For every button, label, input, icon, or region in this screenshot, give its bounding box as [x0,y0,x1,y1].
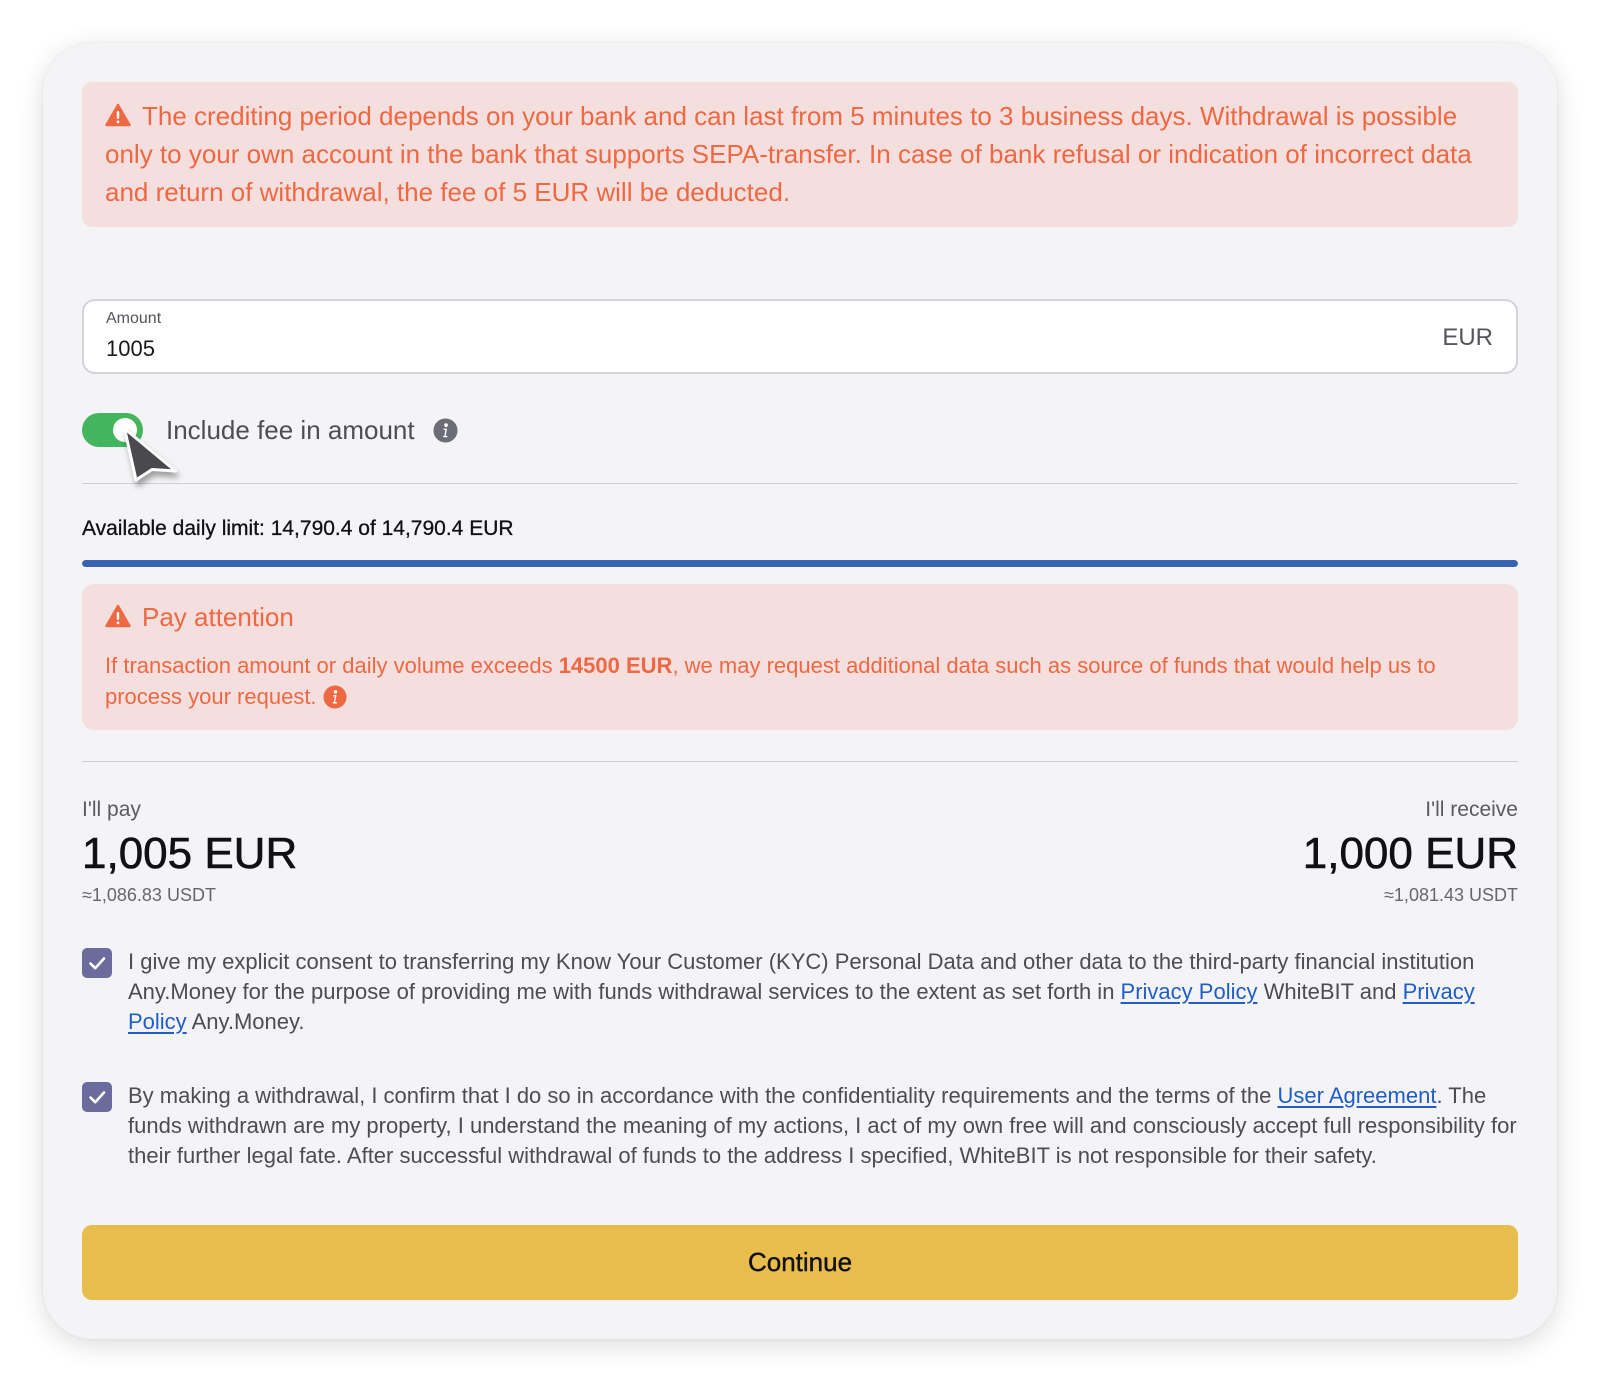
withdrawal-confirmation-text: By making a withdrawal, I confirm that I… [128,1081,1518,1171]
warning-icon [105,103,131,127]
mouse-pointer-graphic [123,427,177,482]
kyc-consent-text-part: WhiteBIT and [1257,979,1403,1004]
pay-approx-usdt: ≈1,086.83 USDT [82,885,216,905]
crediting-period-notice: The crediting period depends on your ban… [82,82,1518,227]
amount-input[interactable] [106,336,1206,362]
warning-icon-graphic [105,103,131,127]
pay-attention-title: Pay attention [105,599,1494,635]
payment-summary: I'll pay 1,005 EUR ≈1,086.83 USDT I'll r… [82,797,1519,907]
pay-amount: 1,005 EUR [82,829,298,879]
notice-text: The crediting period depends on your ban… [105,101,1472,207]
pay-label: I'll pay [82,798,141,821]
amount-label: Amount [106,310,162,327]
divider [82,761,1518,762]
divider [82,483,1518,484]
pay-attention-text: If transaction amount or daily volume ex… [105,650,1494,712]
mouse-pointer-icon [118,422,188,490]
pay-attention-threshold: 14500 EUR [558,653,673,678]
withdrawal-confirmation-checkbox[interactable] [82,1082,112,1112]
pay-attention-box: Pay attention If transaction amount or d… [82,584,1518,730]
currency-label: EUR [1442,324,1493,351]
daily-limit-progress-bar [82,560,1518,567]
withdrawal-confirmation-text-part: By making a withdrawal, I confirm that I… [128,1083,1278,1108]
info-icon-graphic [323,685,347,709]
pay-column: I'll pay 1,005 EUR ≈1,086.83 USDT [82,797,298,906]
info-icon[interactable] [323,685,347,709]
receive-approx-usdt: ≈1,081.43 USDT [1384,885,1518,905]
kyc-consent-row: I give my explicit consent to transferri… [82,947,1518,1077]
receive-amount: 1,000 EUR [1302,829,1518,879]
kyc-consent-text: I give my explicit consent to transferri… [128,947,1518,1037]
checkmark-icon [89,957,106,970]
withdrawal-card: The crediting period depends on your ban… [43,43,1557,1339]
info-icon[interactable] [433,417,458,443]
amount-field[interactable]: Amount EUR [82,299,1518,374]
withdrawal-confirmation-row: By making a withdrawal, I confirm that I… [82,1081,1518,1211]
warning-icon [105,604,131,628]
info-icon-graphic [433,417,458,443]
kyc-consent-checkbox[interactable] [82,948,112,978]
daily-limit-progress-fill [82,560,1518,567]
user-agreement-link[interactable]: User Agreement [1277,1083,1436,1108]
daily-limit-text: Available daily limit: 14,790.4 of 14,79… [82,517,514,540]
checkmark-icon [89,1091,106,1104]
pay-attention-text-before: If transaction amount or daily volume ex… [105,653,559,678]
pay-attention-title-text: Pay attention [142,602,294,632]
include-fee-label[interactable]: Include fee in amount [166,413,415,447]
continue-button[interactable]: Continue [82,1225,1518,1300]
privacy-policy-whitebit-link[interactable]: Privacy Policy [1121,979,1258,1004]
kyc-consent-text-part: Any.Money. [186,1009,305,1034]
include-fee-row: Include fee in amount [82,413,1518,447]
warning-icon-graphic [105,604,131,628]
receive-column: I'll receive 1,000 EUR ≈1,081.43 USDT [1302,797,1518,906]
receive-label: I'll receive [1425,798,1518,821]
